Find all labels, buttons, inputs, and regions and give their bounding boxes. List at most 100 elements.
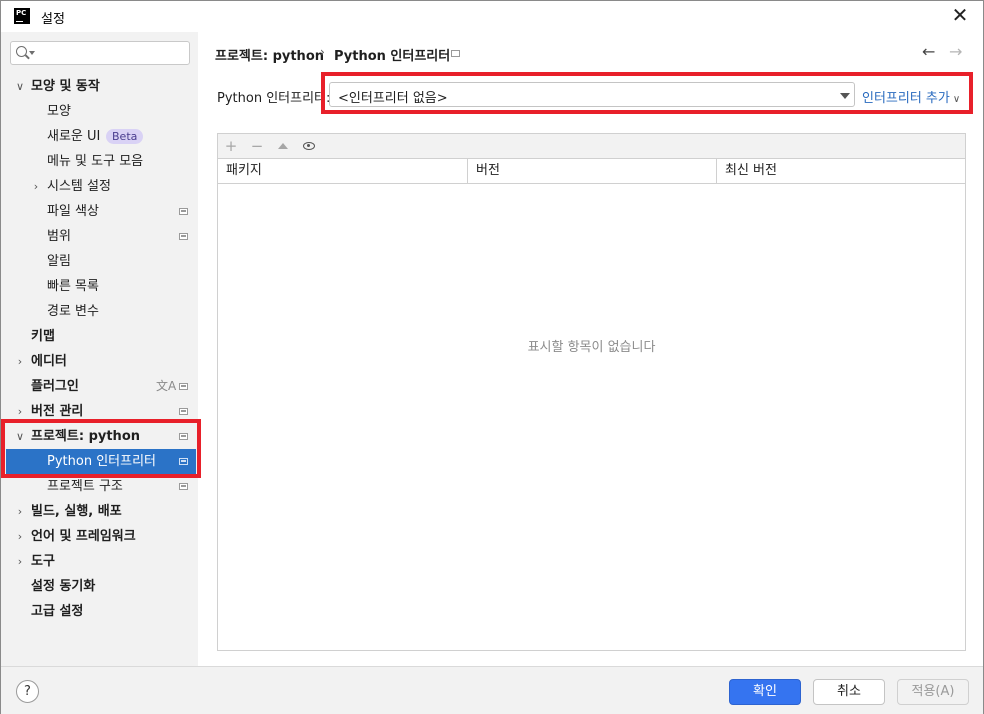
sidebar-item-version-control[interactable]: › 버전 관리 — [1, 399, 198, 424]
project-level-icon — [179, 383, 188, 390]
sidebar-item-label: 프로젝트 구조 — [47, 479, 123, 494]
window-title: 설정 — [41, 12, 65, 27]
sidebar-item-languages-frameworks[interactable]: › 언어 및 프레임워크 — [1, 524, 198, 549]
sidebar-item-project-structure[interactable]: 프로젝트 구조 — [1, 474, 198, 499]
sidebar-item-label: 고급 설정 — [31, 604, 84, 619]
package-table-header: 패키지 버전 최신 버전 — [218, 159, 965, 184]
project-level-icon — [451, 50, 460, 57]
breadcrumb-parent[interactable]: 프로젝트: python — [215, 45, 324, 64]
sidebar-item-build-run-deploy[interactable]: › 빌드, 실행, 배포 — [1, 499, 198, 524]
settings-dialog: PC 설정 ✕ ∨ 모양 및 동작 모양 새로운 UI Beta 메뉴 및 도구… — [0, 0, 984, 714]
sidebar-item-label: 설정 동기화 — [31, 579, 96, 594]
project-level-icon — [179, 433, 188, 440]
sidebar-item-label: 플러그인 — [31, 379, 79, 394]
sidebar-item-system-settings[interactable]: › 시스템 설정 — [1, 174, 198, 199]
column-header-version[interactable]: 버전 — [468, 159, 500, 183]
sidebar-item-label: 프로젝트: python — [31, 429, 140, 444]
sidebar-item-notifications[interactable]: 알림 — [1, 249, 198, 274]
project-level-icon — [179, 458, 188, 465]
sidebar-item-label: 빌드, 실행, 배포 — [31, 504, 122, 519]
dropdown-arrow-icon — [840, 93, 850, 99]
sidebar-item-label: 모양 및 동작 — [31, 79, 100, 94]
sidebar-item-plugins[interactable]: 플러그인 文A — [1, 374, 198, 399]
chevron-down-icon: ∨ — [952, 94, 961, 105]
forward-arrow-icon[interactable]: → — [949, 42, 962, 61]
search-history-dropdown-icon[interactable] — [29, 51, 35, 55]
sidebar-item-label: 범위 — [47, 229, 71, 244]
chevron-right-icon[interactable]: › — [14, 349, 26, 374]
sidebar-item-appearance[interactable]: 모양 — [1, 99, 198, 124]
apply-button[interactable]: 적용(A) — [897, 679, 969, 705]
sidebar-item-label: Python 인터프리터 — [47, 454, 156, 469]
interpreter-label: Python 인터프리터: — [217, 91, 331, 106]
sidebar-item-label: 경로 변수 — [47, 304, 99, 319]
upgrade-icon — [278, 143, 288, 149]
interpreter-selected-value: <인터프리터 없음> — [338, 91, 448, 106]
chevron-right-icon[interactable]: › — [14, 549, 26, 574]
settings-content: 프로젝트: python › Python 인터프리터 ← → Python 인… — [198, 32, 983, 666]
chevron-right-icon[interactable]: › — [14, 499, 26, 524]
column-header-package[interactable]: 패키지 — [218, 159, 262, 183]
project-level-icon — [179, 408, 188, 415]
sidebar-item-label: 모양 — [47, 104, 71, 119]
ok-button[interactable]: 확인 — [729, 679, 801, 705]
search-icon — [16, 46, 27, 57]
interpreter-select[interactable]: <인터프리터 없음> — [329, 82, 855, 107]
sidebar-item-label: 도구 — [31, 554, 55, 569]
sidebar-item-project-python[interactable]: ∨ 프로젝트: python — [1, 424, 198, 449]
sidebar-item-settings-sync[interactable]: 설정 동기화 — [1, 574, 198, 599]
sidebar-item-advanced-settings[interactable]: 고급 설정 — [1, 599, 198, 624]
sidebar-item-label: 파일 색상 — [47, 204, 99, 219]
beta-badge: Beta — [106, 129, 144, 144]
pycharm-app-icon: PC — [14, 8, 30, 24]
settings-sidebar: ∨ 모양 및 동작 모양 새로운 UI Beta 메뉴 및 도구 모음 › 시스… — [1, 32, 198, 666]
column-header-latest-version[interactable]: 최신 버전 — [717, 159, 777, 183]
package-toolbar: + − — [218, 134, 965, 159]
sidebar-item-label: 메뉴 및 도구 모음 — [47, 154, 144, 169]
remove-package-button[interactable]: − — [248, 137, 266, 155]
sidebar-item-path-variables[interactable]: 경로 변수 — [1, 299, 198, 324]
dialog-footer: ? 확인 취소 적용(A) — [1, 666, 983, 714]
sidebar-item-label: 알림 — [47, 254, 71, 269]
project-level-icon — [179, 483, 188, 490]
breadcrumb-separator-icon: › — [320, 45, 325, 59]
chevron-down-icon[interactable]: ∨ — [14, 424, 26, 449]
sidebar-item-new-ui[interactable]: 새로운 UI Beta — [1, 124, 198, 149]
upgrade-package-button[interactable] — [274, 137, 292, 155]
sidebar-item-label: 언어 및 프레임워크 — [31, 529, 136, 544]
empty-table-message: 표시할 항목이 없습니다 — [527, 340, 656, 355]
sidebar-item-appearance-behavior[interactable]: ∨ 모양 및 동작 — [1, 74, 198, 99]
sidebar-item-label: 키맵 — [31, 329, 55, 344]
sidebar-item-menus-toolbars[interactable]: 메뉴 및 도구 모음 — [1, 149, 198, 174]
sidebar-item-scopes[interactable]: 범위 — [1, 224, 198, 249]
title-bar: PC 설정 ✕ — [1, 1, 983, 32]
translate-icon: 文A — [156, 379, 177, 393]
eye-icon — [303, 142, 315, 150]
sidebar-item-keymap[interactable]: 키맵 — [1, 324, 198, 349]
sidebar-item-quick-lists[interactable]: 빠른 목록 — [1, 274, 198, 299]
back-arrow-icon[interactable]: ← — [922, 42, 935, 61]
sidebar-item-label: 빠른 목록 — [47, 279, 99, 294]
chevron-right-icon[interactable]: › — [14, 524, 26, 549]
show-early-releases-button[interactable] — [300, 137, 318, 155]
sidebar-item-file-colors[interactable]: 파일 색상 — [1, 199, 198, 224]
chevron-down-icon[interactable]: ∨ — [14, 74, 26, 99]
help-button[interactable]: ? — [16, 680, 39, 703]
package-table: + − 패키지 버전 최신 버전 표시할 항목이 없습니다 — [217, 133, 966, 651]
project-level-icon — [179, 233, 188, 240]
project-level-icon — [179, 208, 188, 215]
sidebar-item-label: 새로운 UI — [47, 129, 101, 144]
chevron-right-icon[interactable]: › — [30, 174, 42, 199]
chevron-right-icon[interactable]: › — [14, 399, 26, 424]
cancel-button[interactable]: 취소 — [813, 679, 885, 705]
add-package-button[interactable]: + — [222, 137, 240, 155]
sidebar-item-label: 버전 관리 — [31, 404, 84, 419]
sidebar-item-python-interpreter[interactable]: Python 인터프리터 — [6, 449, 196, 474]
sidebar-item-label: 시스템 설정 — [47, 179, 111, 194]
sidebar-item-label: 에디터 — [31, 354, 67, 369]
sidebar-item-tools[interactable]: › 도구 — [1, 549, 198, 574]
sidebar-item-editor[interactable]: › 에디터 — [1, 349, 198, 374]
close-icon[interactable]: ✕ — [947, 3, 973, 29]
add-interpreter-link[interactable]: 인터프리터 추가 ∨ — [862, 87, 960, 106]
settings-search-input[interactable] — [10, 41, 190, 65]
